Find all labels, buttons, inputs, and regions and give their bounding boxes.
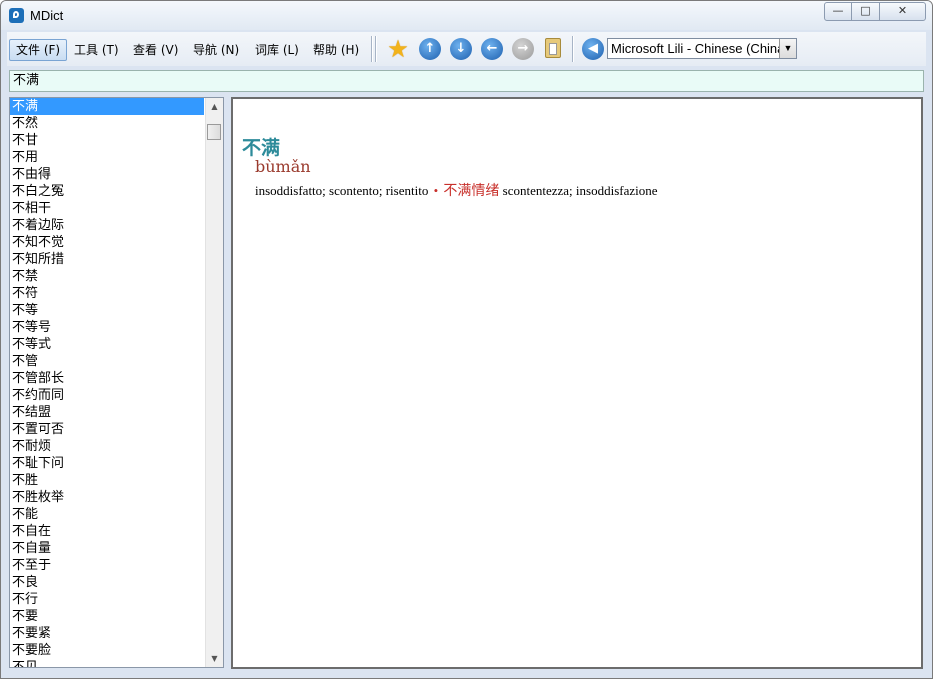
word-list-items: 不满 不然 不甘 不用 不由得 不白之冤 不相干 不着边际 不知不觉 不知所措 不禁 不符 不等 不等号不… (10, 98, 223, 667)
arrow-left-icon[interactable]: ← (481, 38, 503, 60)
word-list-item[interactable]: 不行 (10, 591, 204, 608)
clipboard-icon[interactable] (545, 38, 561, 58)
compound-meaning: scontentezza; insoddisfazione (502, 183, 658, 198)
compound-word[interactable]: 不满情绪 (443, 183, 499, 199)
arrow-down-icon[interactable]: ↓ (450, 38, 472, 60)
toolbar-separator (371, 36, 373, 62)
definition-line: insoddisfatto; scontento; risentito • 不满… (255, 180, 658, 200)
word-list-item[interactable]: 不然 (10, 115, 204, 132)
word-list-item[interactable]: 不胜 (10, 472, 204, 489)
menu-toolbar: 文件 (F) 工具 (T) 查看 (V) 导航 (N) 词库 (L) 帮助 (H… (7, 32, 926, 66)
word-list-item[interactable]: 不至于 (10, 557, 204, 574)
word-list-item[interactable]: 不见 (10, 659, 204, 667)
word-list-item[interactable]: 不等 (10, 302, 204, 319)
toolbar-separator (572, 36, 574, 62)
word-list-item[interactable]: 不知不觉 (10, 234, 204, 251)
word-list-item[interactable]: 不自量 (10, 540, 204, 557)
word-list-item[interactable]: 不要 (10, 608, 204, 625)
arrow-right-icon[interactable]: → (512, 38, 534, 60)
voice-select-value: Microsoft Lili - Chinese (China) (611, 41, 789, 56)
app-window: MDict — □ ✕ 文件 (F) 工具 (T) 查看 (V) 导航 (N) … (0, 0, 933, 679)
word-list-item[interactable]: 不胜枚举 (10, 489, 204, 506)
word-list-item[interactable]: 不能 (10, 506, 204, 523)
word-list-item[interactable]: 不知所措 (10, 251, 204, 268)
title-bar[interactable]: MDict — □ ✕ (1, 1, 932, 30)
word-list-item[interactable]: 不自在 (10, 523, 204, 540)
menu-help[interactable]: 帮助 (H) (307, 39, 365, 61)
word-list-item[interactable]: 不由得 (10, 166, 204, 183)
headword: 不满 (242, 137, 281, 159)
menu-library[interactable]: 词库 (L) (249, 39, 305, 61)
window-title: MDict (30, 8, 64, 23)
menu-navigate[interactable]: 导航 (N) (187, 39, 245, 61)
maximize-button[interactable]: □ (851, 2, 880, 21)
word-list[interactable]: 不满 不然 不甘 不用 不由得 不白之冤 不相干 不着边际 不知不觉 不知所措 不禁 不符 不等 不等号不… (9, 97, 224, 668)
word-list-item[interactable]: 不满 (10, 98, 204, 115)
word-list-item[interactable]: 不相干 (10, 200, 204, 217)
bullet-separator: • (433, 183, 439, 198)
word-list-item[interactable]: 不用 (10, 149, 204, 166)
word-list-item[interactable]: 不符 (10, 285, 204, 302)
word-list-item[interactable]: 不等式 (10, 336, 204, 353)
mdict-logo-icon (9, 8, 24, 23)
menu-view[interactable]: 查看 (V) (127, 39, 184, 61)
word-list-item[interactable]: 不管 (10, 353, 204, 370)
minimize-button[interactable]: — (824, 2, 852, 21)
word-list-item[interactable]: 不禁 (10, 268, 204, 285)
word-list-item[interactable]: 不置可否 (10, 421, 204, 438)
word-list-scrollbar[interactable]: ▲ ▼ (205, 98, 223, 667)
scroll-down-icon[interactable]: ▼ (206, 650, 223, 667)
chevron-down-icon[interactable]: ▼ (779, 39, 796, 58)
word-list-item[interactable]: 不耐烦 (10, 438, 204, 455)
word-list-item[interactable]: 不耻下问 (10, 455, 204, 472)
word-list-item[interactable]: 不甘 (10, 132, 204, 149)
word-list-item[interactable]: 不良 (10, 574, 204, 591)
word-list-item[interactable]: 不约而同 (10, 387, 204, 404)
pinyin: bùmǎn (255, 157, 311, 176)
speaker-icon[interactable]: ◀ (582, 38, 604, 60)
scroll-up-icon[interactable]: ▲ (206, 98, 223, 115)
word-list-item[interactable]: 不等号 (10, 319, 204, 336)
word-list-item[interactable]: 不管部长 (10, 370, 204, 387)
scrollbar-thumb[interactable] (207, 124, 221, 140)
meaning-text: insoddisfatto; scontento; risentito (255, 183, 429, 198)
menu-tools[interactable]: 工具 (T) (68, 39, 125, 61)
star-icon[interactable]: ★ (387, 37, 409, 61)
word-list-item[interactable]: 不要紧 (10, 625, 204, 642)
definition-pane: 不满 bùmǎn insoddisfatto; scontento; risen… (231, 97, 923, 669)
voice-select[interactable]: Microsoft Lili - Chinese (China) ▼ (607, 38, 797, 59)
word-list-item[interactable]: 不着边际 (10, 217, 204, 234)
word-list-item[interactable]: 不要脸 (10, 642, 204, 659)
arrow-up-icon[interactable]: ↑ (419, 38, 441, 60)
word-list-item[interactable]: 不结盟 (10, 404, 204, 421)
search-input[interactable]: 不满 (9, 70, 924, 92)
toolbar-separator (375, 36, 377, 62)
word-list-item[interactable]: 不白之冤 (10, 183, 204, 200)
close-button[interactable]: ✕ (879, 2, 926, 21)
menu-file[interactable]: 文件 (F) (9, 39, 68, 61)
